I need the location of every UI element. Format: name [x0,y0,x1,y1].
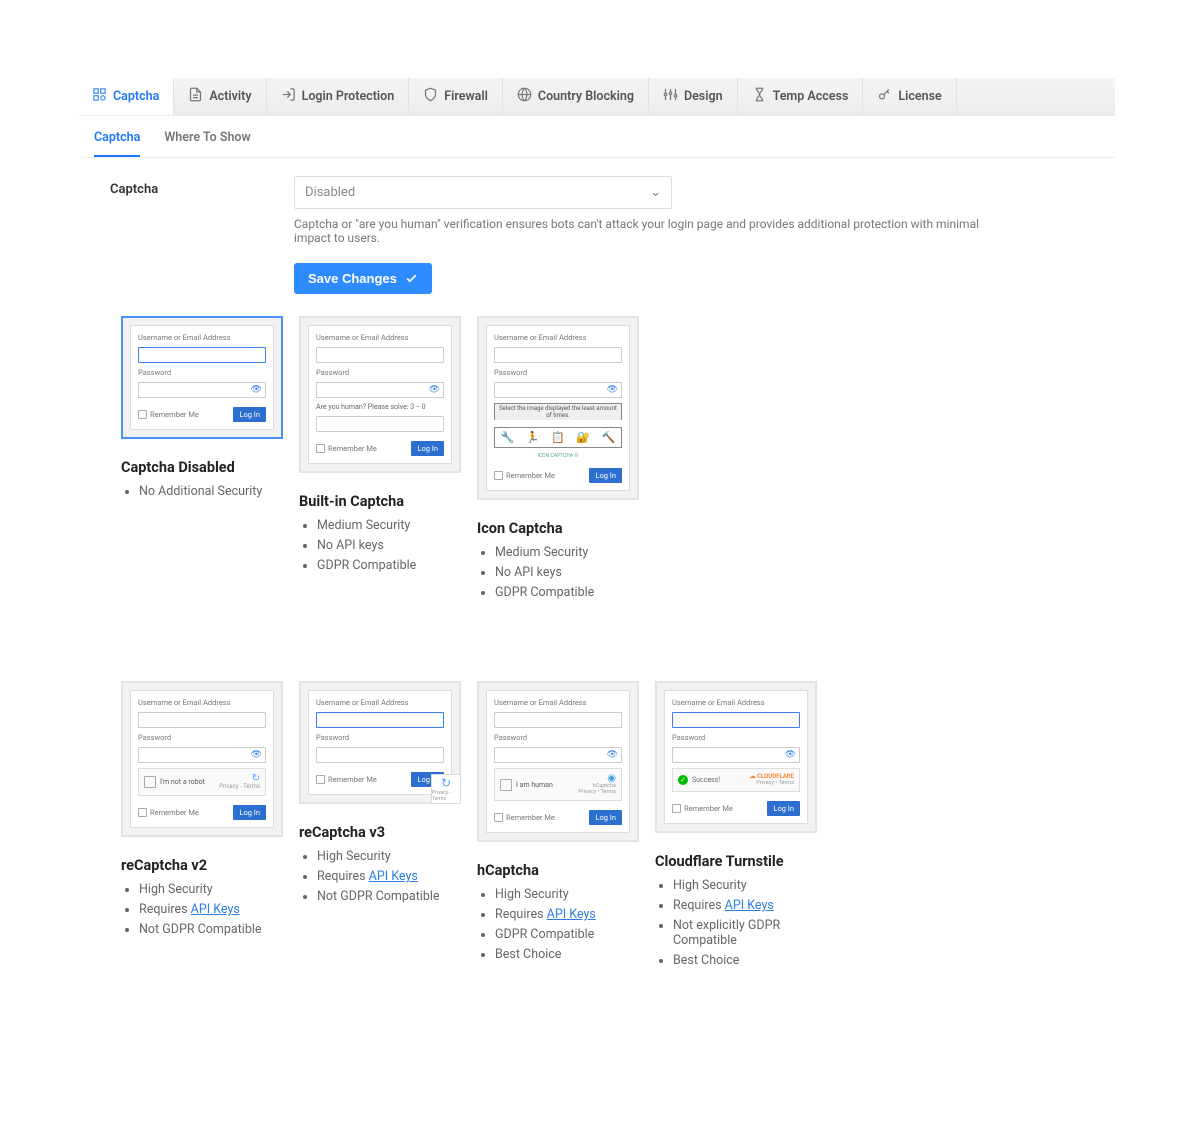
option-preview-icon[interactable]: Username or Email Address Password 👁 Sel… [477,316,639,500]
option-bullets: No Additional Security [121,484,283,499]
recaptcha-badge: ↻ Privacy - Terms [431,774,461,804]
globe-icon [517,87,532,106]
tab-label: Temp Access [773,89,849,104]
option-bullets: High Security Requires API Keys Not GDPR… [299,849,461,904]
key-icon [877,87,892,106]
option-bullets: High Security Requires API Keys Not GDPR… [121,882,283,937]
hcaptcha-widget: I am human ◉hCaptchaPrivacy • Terms [494,768,622,801]
api-keys-link[interactable]: API Keys [547,907,596,922]
captcha-select[interactable]: Disabled ⌄ [294,176,672,209]
option-title: Captcha Disabled [121,459,283,476]
option-preview-hcaptcha[interactable]: Username or Email Address Password 👁 I a… [477,681,639,842]
option-title: hCaptcha [477,862,639,879]
tab-license[interactable]: License [863,78,956,115]
option-preview-disabled[interactable]: Username or Email Address Password 👁 Rem… [121,316,283,439]
tab-label: License [898,89,941,104]
captcha-help-text: Captcha or "are you human" verification … [294,217,1014,245]
pv-remember: Remember Me [138,410,199,419]
shield-icon [423,87,438,106]
tab-country-blocking[interactable]: Country Blocking [503,78,649,115]
option-bullets: Medium Security No API keys GDPR Compati… [477,545,639,600]
save-button-label: Save Changes [308,271,397,286]
select-value: Disabled [305,185,355,200]
activity-icon [188,87,203,106]
sliders-icon [663,87,678,106]
option-title: reCaptcha v2 [121,857,283,874]
tab-label: Design [684,89,723,104]
option-bullets: High Security Requires API Keys GDPR Com… [477,887,639,962]
option-bullets: Medium Security No API keys GDPR Compati… [299,518,461,573]
check-icon [405,272,418,285]
pv-username-input [138,347,266,363]
captcha-options-row-1: Username or Email Address Password 👁 Rem… [78,316,1115,605]
option-preview-builtin[interactable]: Username or Email Address Password 👁 Are… [299,316,461,473]
api-keys-link[interactable]: API Keys [191,902,240,917]
tab-design[interactable]: Design [649,78,738,115]
option-preview-recaptcha-v3[interactable]: Username or Email Address Password Remem… [299,681,461,804]
eye-icon: 👁 [251,385,262,395]
sub-tab-where-to-show[interactable]: Where To Show [164,130,250,157]
eye-icon: 👁 [251,750,262,760]
captcha-field-label: Captcha [78,176,294,245]
tab-label: Activity [209,89,251,104]
icon-captcha-strip: 🔧🏃📋🔐🔨 [494,427,622,448]
eye-icon: 👁 [607,750,618,760]
recaptcha-widget: I'm not a robot ↻Privacy - Terms [138,768,266,796]
save-changes-button[interactable]: Save Changes [294,263,432,294]
chevron-down-icon: ⌄ [650,185,661,200]
pv-login-btn: Log In [233,407,266,422]
option-title: Icon Captcha [477,520,639,537]
sub-tab-captcha[interactable]: Captcha [94,130,140,157]
hourglass-icon [752,87,767,106]
tab-label: Captcha [113,89,159,104]
captcha-field-row: Captcha Disabled ⌄ Captcha or "are you h… [78,176,1115,245]
api-keys-link[interactable]: API Keys [369,869,418,884]
sub-tab-bar: Captcha Where To Show [78,116,1115,158]
main-tab-bar: Captcha Activity Login Protection Firewa… [78,78,1115,116]
pv-password-label: Password [138,368,266,377]
eye-icon: 👁 [607,385,618,395]
tab-label: Firewall [444,89,488,104]
eye-icon: 👁 [785,750,796,760]
option-title: reCaptcha v3 [299,824,461,841]
tab-captcha[interactable]: Captcha [78,78,174,115]
captcha-icon [92,87,107,106]
login-protection-icon [281,87,296,106]
pv-password-input [138,382,266,398]
option-bullets: High Security Requires API Keys Not expl… [655,878,817,968]
option-title: Built-in Captcha [299,493,461,510]
option-preview-turnstile[interactable]: Username or Email Address Password 👁 ✓Su… [655,681,817,833]
pv-username-label: Username or Email Address [138,333,266,342]
turnstile-widget: ✓Success! ☁ CLOUDFLAREPrivacy • Terms [672,768,800,792]
eye-icon: 👁 [429,385,440,395]
option-title: Cloudflare Turnstile [655,853,817,870]
tab-firewall[interactable]: Firewall [409,78,503,115]
api-keys-link[interactable]: API Keys [725,898,774,913]
tab-activity[interactable]: Activity [174,78,266,115]
option-preview-recaptcha-v2[interactable]: Username or Email Address Password 👁 I'm… [121,681,283,837]
tab-login-protection[interactable]: Login Protection [267,78,410,115]
captcha-options-row-2: Username or Email Address Password 👁 I'm… [78,681,1115,973]
tab-label: Country Blocking [538,89,634,104]
tab-temp-access[interactable]: Temp Access [738,78,864,115]
tab-label: Login Protection [302,89,395,104]
